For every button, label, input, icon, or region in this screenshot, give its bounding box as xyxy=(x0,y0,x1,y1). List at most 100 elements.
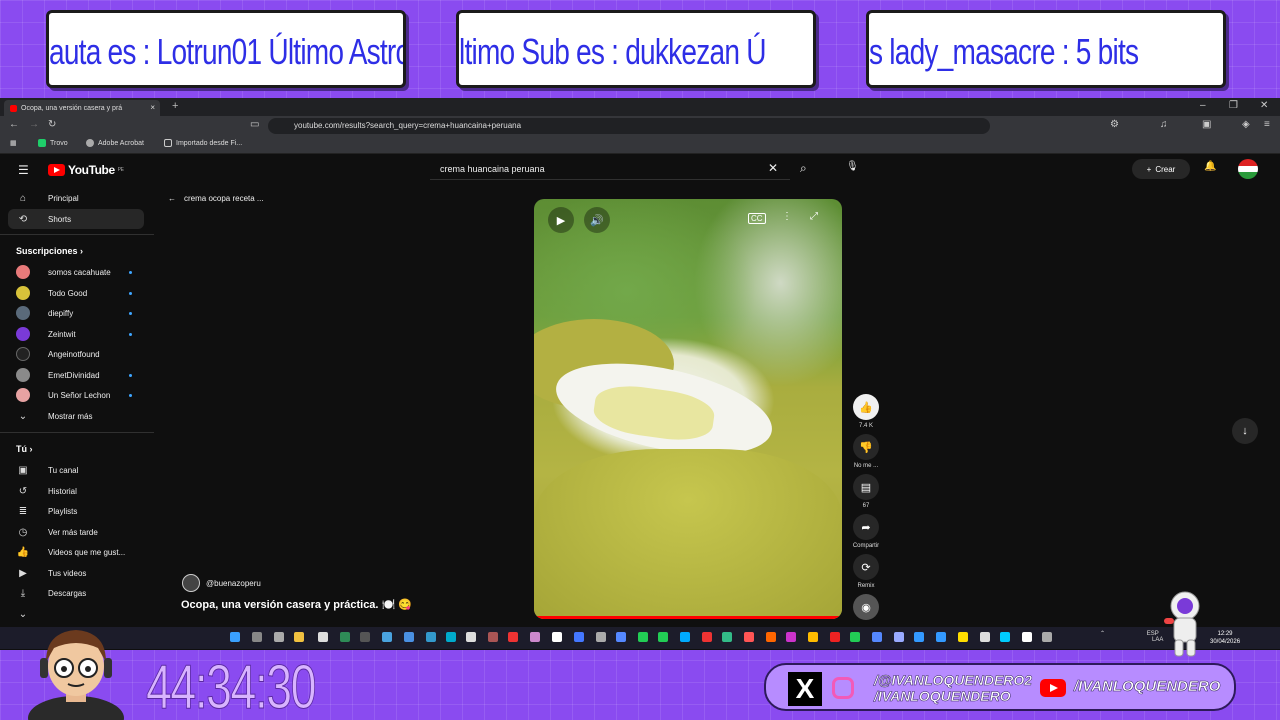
close-tab-icon[interactable]: × xyxy=(150,103,155,112)
minimize-icon[interactable]: – xyxy=(1200,100,1206,111)
app-icon[interactable] xyxy=(872,632,882,642)
sidebar-sub-item[interactable]: Zeintwit xyxy=(8,324,144,344)
app-icon[interactable] xyxy=(596,632,606,642)
search-icon[interactable]: ⌕ xyxy=(800,161,807,176)
task-view-icon[interactable] xyxy=(274,632,284,642)
youtube-logo[interactable]: YouTube PE xyxy=(48,163,124,177)
sidebar-item-watch-later[interactable]: ◷ Ver más tarde xyxy=(8,522,144,542)
app-icon[interactable] xyxy=(894,632,904,642)
short-channel[interactable]: @buenazoperu xyxy=(182,574,261,592)
create-button[interactable]: + Crear xyxy=(1132,159,1190,179)
start-icon[interactable] xyxy=(230,632,240,642)
bookmark-adobe-acrobat[interactable]: Adobe Acrobat xyxy=(86,139,144,147)
browser-tab[interactable]: Ocopa, una versión casera y prá × xyxy=(4,100,160,116)
app-icon[interactable] xyxy=(786,632,796,642)
menu-icon[interactable]: ≡ xyxy=(1264,119,1270,130)
whatsapp-icon[interactable] xyxy=(638,632,648,642)
bookmark-trovo[interactable]: Trovo xyxy=(38,139,68,147)
comments-button[interactable]: ▤ 67 xyxy=(846,474,886,509)
brave-icon[interactable] xyxy=(744,632,754,642)
app-icon[interactable] xyxy=(530,632,540,642)
notepad-icon[interactable] xyxy=(318,632,328,642)
short-video-player[interactable]: ▶ 🔊 CC ⋮ ⤢ xyxy=(534,199,842,619)
hamburger-menu-icon[interactable]: ☰ xyxy=(18,163,29,177)
app-icon[interactable] xyxy=(702,632,712,642)
app-icon[interactable] xyxy=(382,632,392,642)
account-avatar[interactable] xyxy=(1238,159,1258,179)
microphone-icon[interactable]: 🎙 xyxy=(846,161,859,172)
remix-button[interactable]: ⟳ Remix xyxy=(846,554,886,589)
app-icon[interactable] xyxy=(1000,632,1010,642)
app-icon[interactable] xyxy=(958,632,968,642)
tray-chevron-icon[interactable]: ⌃ xyxy=(1100,631,1105,637)
sidebar-sub-item[interactable]: Angeinotfound xyxy=(8,344,144,364)
sound-button[interactable]: ◉ xyxy=(846,594,886,620)
clock[interactable]: 12:29 30/04/2026 xyxy=(1210,630,1240,646)
share-button[interactable]: ➦ Compartir xyxy=(846,514,886,549)
new-tab-icon[interactable]: + xyxy=(172,100,178,112)
app-icon[interactable] xyxy=(466,632,476,642)
reload-icon[interactable]: ↻ xyxy=(48,119,56,130)
app-icon[interactable] xyxy=(680,632,690,642)
captions-icon[interactable]: CC xyxy=(748,213,766,224)
bookmark-imported-folder[interactable]: Importado desde Fi... xyxy=(164,139,242,147)
app-icon[interactable] xyxy=(914,632,924,642)
you-heading[interactable]: Tú › xyxy=(16,444,33,454)
sidebar-sub-item[interactable]: Un Señor Lechon xyxy=(8,385,144,405)
shield-icon[interactable]: ◈ xyxy=(1242,119,1250,130)
sidebar-item-history[interactable]: ↺ Historial xyxy=(8,481,144,501)
app-icon[interactable] xyxy=(360,632,370,642)
media-icon[interactable]: ♫ xyxy=(1160,119,1168,130)
forward-icon[interactable]: → xyxy=(29,119,39,130)
notifications-bell-icon[interactable]: 🔔 xyxy=(1204,161,1216,172)
tiktok-icon[interactable] xyxy=(1022,632,1032,642)
volume-icon[interactable]: 🔊 xyxy=(584,207,610,233)
app-icon[interactable] xyxy=(508,632,518,642)
app-icon[interactable] xyxy=(936,632,946,642)
extensions-icon[interactable]: ⚙ xyxy=(1110,119,1119,130)
video-progress-bar[interactable] xyxy=(534,616,842,619)
wallet-icon[interactable]: ▣ xyxy=(1202,119,1211,130)
sidebar-sub-item[interactable]: Todo Good xyxy=(8,283,144,303)
whatsapp-icon[interactable] xyxy=(658,632,668,642)
sidebar-item-playlists[interactable]: ≣ Playlists xyxy=(8,501,144,521)
sidebar-sub-item[interactable]: diepiffy xyxy=(8,303,144,323)
app-icon[interactable] xyxy=(722,632,732,642)
app-icon[interactable] xyxy=(426,632,436,642)
app-icon[interactable] xyxy=(404,632,414,642)
close-window-icon[interactable]: ✕ xyxy=(1260,100,1268,111)
search-input[interactable]: crema huancaina peruana xyxy=(430,158,790,180)
sidebar-sub-item[interactable]: EmetDivinidad xyxy=(8,365,144,385)
sidebar-item-downloads[interactable]: ⤓ Descargas xyxy=(8,583,144,603)
address-bar[interactable]: youtube.com/results?search_query=crema+h… xyxy=(268,118,990,134)
sidebar-item-shorts[interactable]: ⟲ Shorts xyxy=(8,209,144,229)
short-title[interactable]: Ocopa, una versión casera y práctica. 🍽️… xyxy=(181,598,412,611)
system-tray[interactable]: ⌃ ESP LAA xyxy=(1100,630,1163,643)
subscriptions-heading[interactable]: Suscripciones › xyxy=(16,246,83,256)
sidebar-item-your-videos[interactable]: ▶ Tus videos xyxy=(8,563,144,583)
chrome-icon[interactable] xyxy=(808,632,818,642)
sidebar-toggle-icon[interactable]: ▭ xyxy=(250,119,259,130)
like-button[interactable]: 👍 7.4 K xyxy=(846,394,886,429)
search-taskbar-icon[interactable] xyxy=(252,632,262,642)
sidebar-sub-item[interactable]: somos cacahuate xyxy=(8,262,144,282)
play-icon[interactable]: ▶ xyxy=(548,207,574,233)
app-icon[interactable] xyxy=(488,632,498,642)
discord-icon[interactable] xyxy=(616,632,626,642)
show-more-button[interactable]: ⌄ Mostrar más xyxy=(8,406,144,426)
back-icon[interactable]: ← xyxy=(9,119,19,130)
app-icon[interactable] xyxy=(446,632,456,642)
back-to-search[interactable]: ← crema ocopa receta ... xyxy=(168,194,264,203)
spotify-icon[interactable] xyxy=(850,632,860,642)
next-short-button[interactable]: ↓ xyxy=(1232,418,1258,444)
app-icon[interactable] xyxy=(1042,632,1052,642)
sidebar-item-your-channel[interactable]: ▣ Tu canal xyxy=(8,460,144,480)
maximize-icon[interactable]: ❐ xyxy=(1229,100,1238,111)
fullscreen-icon[interactable]: ⤢ xyxy=(810,211,818,222)
sidebar-item-principal[interactable]: ⌂ Principal xyxy=(8,188,144,208)
file-explorer-icon[interactable] xyxy=(294,632,304,642)
app-icon[interactable] xyxy=(552,632,562,642)
more-options-icon[interactable]: ⋮ xyxy=(782,211,792,222)
app-icon[interactable] xyxy=(766,632,776,642)
apps-icon[interactable]: ▦ xyxy=(10,139,17,147)
